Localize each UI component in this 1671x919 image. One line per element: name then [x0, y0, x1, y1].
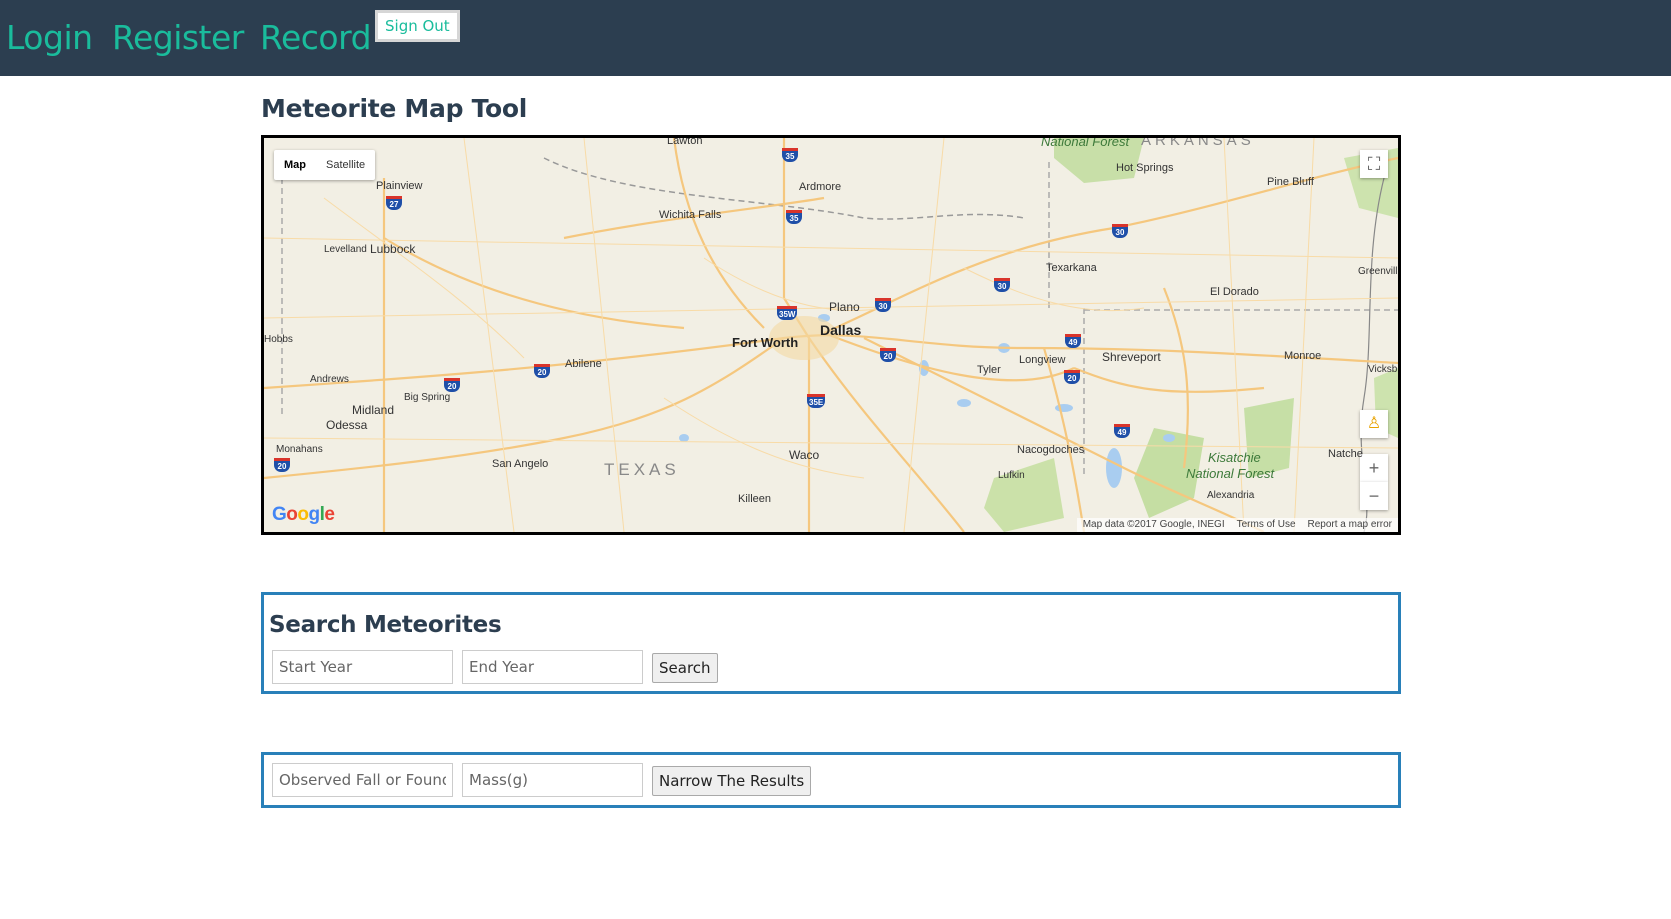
- map-label-monahans: Monahans: [276, 444, 323, 455]
- interstate-shield-icon: 35: [782, 148, 798, 162]
- interstate-shield-icon: 30: [1112, 224, 1128, 238]
- map-attribution-text: Map data ©2017 Google, INEGI: [1082, 519, 1225, 530]
- nav-register-link[interactable]: Register: [112, 18, 244, 58]
- interstate-shield-icon: 20: [444, 378, 460, 392]
- terms-of-use-link[interactable]: Terms of Use: [1237, 518, 1296, 532]
- interstate-shield-icon: 35: [786, 210, 802, 224]
- map-label-wichita-falls: Wichita Falls: [659, 209, 722, 221]
- narrow-results-panel: Narrow The Results: [261, 752, 1401, 808]
- nav-record-link[interactable]: Record: [260, 18, 372, 58]
- observed-fall-input[interactable]: [272, 763, 453, 797]
- map-label-ardmore: Ardmore: [799, 181, 842, 193]
- zoom-in-button[interactable]: +: [1360, 454, 1388, 482]
- map-label-abilene: Abilene: [565, 358, 602, 370]
- map-label-shreveport: Shreveport: [1102, 350, 1161, 364]
- map-label-el-dorado: El Dorado: [1210, 286, 1259, 298]
- map-label-midland: Midland: [352, 403, 395, 417]
- search-panel-title: Search Meteorites: [269, 612, 502, 638]
- interstate-shield-icon: 20: [880, 348, 896, 362]
- fullscreen-icon[interactable]: ⛶: [1360, 150, 1388, 178]
- start-year-input[interactable]: [272, 650, 453, 684]
- street-view-pegman-icon[interactable]: ♙: [1360, 410, 1388, 438]
- map-label-fort-worth: Fort Worth: [732, 335, 799, 350]
- interstate-shield-icon: 30: [875, 298, 891, 312]
- mass-input[interactable]: [462, 763, 643, 797]
- map-label-natchez: Natche: [1328, 448, 1363, 460]
- map-label-nacogdoches: Nacogdoches: [1017, 444, 1085, 456]
- interstate-shield-icon: 20: [274, 458, 290, 472]
- interstate-shield-icon: 27: [386, 196, 402, 210]
- map-type-control: Map Satellite: [274, 150, 376, 180]
- interstate-shield-icon: 20: [1064, 370, 1080, 384]
- map-label-texarkana: Texarkana: [1046, 262, 1097, 274]
- sign-out-button[interactable]: Sign Out: [375, 10, 460, 42]
- search-button[interactable]: Search: [652, 653, 718, 683]
- map-label-longview: Longview: [1019, 354, 1066, 366]
- map-label-vicksburg: Vicksb: [1368, 364, 1398, 375]
- map-label-waco: Waco: [789, 448, 820, 462]
- search-meteorites-panel: Search Meteorites Search: [261, 592, 1401, 694]
- google-logo: Google: [272, 504, 335, 525]
- map-label-kisatchie: Kisatchie: [1208, 450, 1261, 465]
- map-label-andrews: Andrews: [310, 374, 349, 385]
- map-label-arkansas: ARKANSAS: [1141, 135, 1255, 149]
- map-label-lawton: Lawton: [667, 135, 703, 147]
- map-label-greenville: Greenvill: [1358, 266, 1398, 277]
- zoom-out-button[interactable]: −: [1360, 482, 1388, 510]
- map-type-satellite-button[interactable]: Satellite: [316, 150, 375, 180]
- narrow-results-button[interactable]: Narrow The Results: [652, 766, 812, 796]
- map-label-texas: TEXAS: [604, 460, 680, 479]
- end-year-input[interactable]: [462, 650, 643, 684]
- map-label-lufkin: Lufkin: [998, 470, 1025, 481]
- map-label-san-angelo: San Angelo: [492, 458, 549, 470]
- page-title: Meteorite Map Tool: [261, 94, 528, 123]
- interstate-shield-icon: 20: [534, 364, 550, 378]
- map-label-tyler: Tyler: [977, 364, 1001, 376]
- report-map-error-link[interactable]: Report a map error: [1308, 518, 1392, 532]
- map-label-hobbs: Hobbs: [264, 334, 293, 345]
- map-label-forest-bottom: National Forest: [1186, 466, 1275, 481]
- map-type-map-button[interactable]: Map: [274, 150, 316, 180]
- top-navbar: Login Register Record Sign Out: [0, 0, 1671, 76]
- map-label-pine-bluff: Pine Bluff: [1267, 176, 1314, 188]
- map-label-alexandria: Alexandria: [1207, 490, 1255, 501]
- map-label-hot-springs: Hot Springs: [1116, 162, 1174, 174]
- map-label-levelland: Levelland: [324, 244, 367, 255]
- map-label-dallas: Dallas: [820, 322, 862, 338]
- map-label-big-spring: Big Spring: [404, 392, 451, 403]
- interstate-shield-icon: 49: [1114, 424, 1130, 438]
- google-map[interactable]: Map Satellite ⛶ ♙ + − Lawton National Fo…: [261, 135, 1401, 535]
- nav-login-link[interactable]: Login: [6, 18, 93, 58]
- interstate-shield-icon: 30: [994, 278, 1010, 292]
- interstate-shield-icon: 35E: [807, 394, 826, 408]
- interstate-shield-icon: 49: [1065, 334, 1081, 348]
- map-label-plainview: Plainview: [376, 180, 423, 192]
- map-attribution: Map data ©2017 Google, INEGI Terms of Us…: [1076, 518, 1398, 532]
- map-label-plano: Plano: [829, 300, 860, 314]
- map-label-forest-top: National Forest: [1041, 135, 1130, 149]
- map-label-odessa: Odessa: [326, 418, 368, 432]
- interstate-shield-icon: 35W: [777, 306, 798, 320]
- map-label-lubbock: Lubbock: [370, 242, 416, 256]
- map-label-monroe: Monroe: [1284, 350, 1322, 362]
- map-label-killeen: Killeen: [738, 493, 772, 505]
